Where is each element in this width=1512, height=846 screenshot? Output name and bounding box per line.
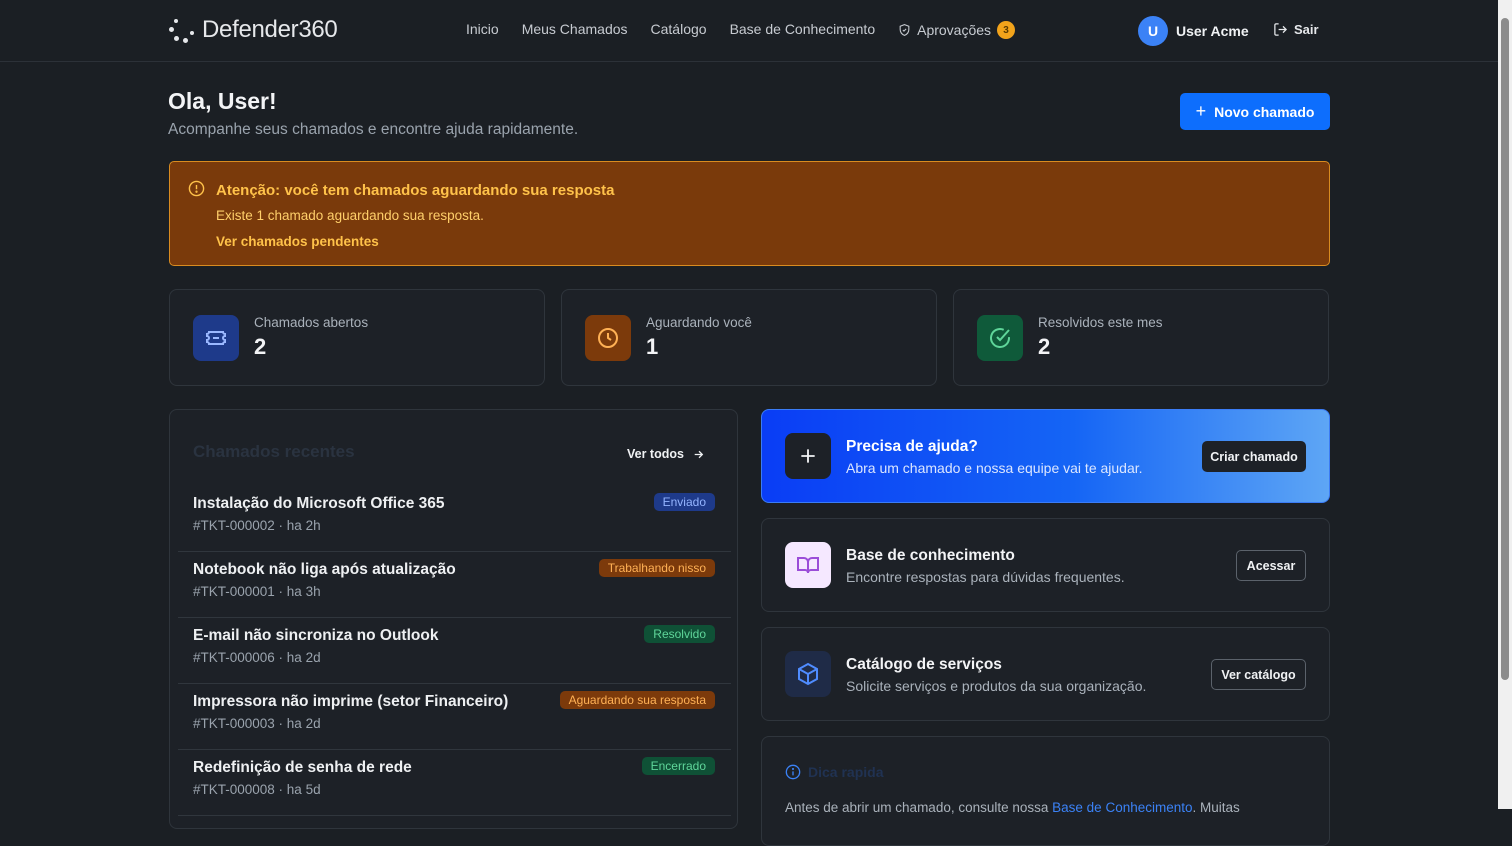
- tip-kb-link[interactable]: Base de Conhecimento: [1052, 800, 1192, 815]
- avatar: U: [1138, 16, 1168, 46]
- recent-tickets-title: Chamados recentes: [193, 442, 355, 461]
- logo-text: Defender360: [202, 16, 338, 43]
- user-menu[interactable]: U User Acme: [1138, 16, 1249, 46]
- plus-icon: [785, 433, 831, 479]
- tip-text-before: Antes de abrir um chamado, consulte noss…: [785, 800, 1053, 815]
- kb-access-button[interactable]: Acessar: [1236, 550, 1306, 581]
- ticket-meta: #TKT-000002 · ha 2h: [193, 518, 321, 533]
- ticket-title: E-mail não sincroniza no Outlook: [193, 627, 439, 644]
- ticket-meta: #TKT-000006 · ha 2d: [193, 650, 321, 665]
- stat-label: Aguardando você: [646, 315, 752, 330]
- status-badge: Enviado: [653, 493, 715, 511]
- nav-aprovacoes-label: Aprovações: [917, 22, 992, 38]
- table-row[interactable]: E-mail não sincroniza no Outlook #TKT-000…: [178, 618, 731, 684]
- nav-aprovacoes[interactable]: Aprovações 3: [898, 21, 1016, 39]
- pending-alert: Atenção: você tem chamados aguardando su…: [169, 161, 1330, 266]
- arrow-right-icon: [694, 450, 704, 458]
- nav-base-conhecimento[interactable]: Base de Conhecimento: [730, 21, 876, 39]
- see-all-link[interactable]: Ver todos: [627, 447, 705, 461]
- ticket-title: Redefinição de senha de rede: [193, 759, 412, 776]
- tip-text-after: . Muitas: [1192, 800, 1240, 815]
- top-bar: Defender360 Inicio Meus Chamados Catálog…: [0, 0, 1512, 62]
- pending-tickets-link[interactable]: Ver chamados pendentes: [216, 234, 379, 249]
- ticket-title: Instalação do Microsoft Office 365: [193, 495, 445, 512]
- knowledge-base-card: Base de conhecimento Encontre respostas …: [761, 518, 1330, 612]
- plus-icon: +: [1195, 101, 1207, 121]
- stat-value: 2: [1038, 334, 1051, 359]
- stat-open-tickets: Chamados abertos 2: [169, 289, 545, 386]
- kb-title: Base de conhecimento: [846, 547, 1015, 564]
- greeting: Ola, User! Acompanhe seus chamados e enc…: [168, 88, 578, 139]
- table-row[interactable]: Notebook não liga após atualização #TKT-0…: [178, 552, 731, 618]
- see-all-label: Ver todos: [627, 447, 684, 461]
- book-icon: [785, 542, 831, 588]
- stat-label: Chamados abertos: [254, 315, 369, 330]
- stat-label: Resolvidos este mes: [1038, 315, 1163, 330]
- nav-inicio[interactable]: Inicio: [466, 21, 499, 39]
- approvals-count-badge: 3: [997, 21, 1016, 39]
- tip-text: Antes de abrir um chamado, consulte noss…: [785, 800, 1240, 815]
- table-row[interactable]: Redefinição de senha de rede #TKT-000008 …: [178, 750, 731, 816]
- page-subtitle: Acompanhe seus chamados e encontre ajuda…: [168, 121, 579, 138]
- status-badge: Resolvido: [644, 625, 715, 643]
- view-catalog-button[interactable]: Ver catálogo: [1211, 659, 1306, 690]
- ticket-title: Impressora não imprime (setor Financeiro…: [193, 693, 509, 710]
- kb-description: Encontre respostas para dúvidas frequent…: [846, 569, 1125, 585]
- package-icon: [785, 651, 831, 697]
- help-card: Precisa de ajuda? Abra um chamado e noss…: [761, 409, 1330, 503]
- catalog-title: Catálogo de serviços: [846, 656, 1002, 673]
- stat-value: 2: [254, 334, 267, 359]
- new-ticket-label: Novo chamado: [1214, 103, 1315, 120]
- tip-title: Dica rapida: [808, 764, 884, 780]
- new-ticket-button[interactable]: + Novo chamado: [1180, 93, 1330, 130]
- status-badge: Trabalhando nisso: [598, 559, 715, 577]
- shield-icon: [899, 24, 910, 37]
- ticket-meta: #TKT-000001 · ha 3h: [193, 584, 321, 599]
- quick-tip-card: Dica rapida Antes de abrir um chamado, c…: [761, 736, 1330, 846]
- nav-meus-chamados[interactable]: Meus Chamados: [522, 21, 628, 39]
- user-name: User Acme: [1176, 23, 1249, 39]
- alert-title: Atenção: você tem chamados aguardando su…: [216, 182, 615, 199]
- ticket-meta: #TKT-000003 · ha 2d: [193, 716, 321, 731]
- logo[interactable]: Defender360: [168, 16, 338, 44]
- create-ticket-button[interactable]: Criar chamado: [1202, 441, 1306, 472]
- ticket-meta: #TKT-000008 · ha 5d: [193, 782, 321, 797]
- recent-tickets-panel: Chamados recentes Ver todos Instalação d…: [169, 409, 738, 829]
- status-badge: Encerrado: [641, 757, 715, 775]
- clock-icon: [585, 315, 631, 361]
- nav-catalogo[interactable]: Catálogo: [651, 21, 707, 39]
- check-circle-icon: [977, 315, 1023, 361]
- page-scrollbar[interactable]: [1498, 0, 1512, 809]
- main-nav: Inicio Meus Chamados Catálogo Base de Co…: [466, 21, 1016, 39]
- status-badge: Aguardando sua resposta: [559, 691, 715, 709]
- table-row[interactable]: Instalação do Microsoft Office 365 #TKT-0…: [178, 486, 731, 552]
- stat-waiting-you: Aguardando você 1: [561, 289, 937, 386]
- logout-label: Sair: [1294, 22, 1319, 37]
- logo-icon: [168, 17, 194, 43]
- stat-value: 1: [646, 334, 659, 359]
- stat-resolved-month: Resolvidos este mes 2: [953, 289, 1329, 386]
- logout-icon: [1274, 23, 1288, 36]
- logout-button[interactable]: Sair: [1273, 22, 1319, 37]
- info-icon: [785, 764, 801, 780]
- help-description: Abra um chamado e nossa equipe vai te aj…: [846, 460, 1143, 476]
- help-title: Precisa de ajuda?: [846, 438, 978, 455]
- table-row[interactable]: Impressora não imprime (setor Financeiro…: [178, 684, 731, 750]
- catalog-description: Solicite serviços e produtos da sua orga…: [846, 678, 1147, 694]
- ticket-icon: [193, 315, 239, 361]
- alert-description: Existe 1 chamado aguardando sua resposta…: [216, 208, 484, 223]
- catalog-card: Catálogo de serviços Solicite serviços e…: [761, 627, 1330, 721]
- ticket-title: Notebook não liga após atualização: [193, 561, 456, 578]
- page-title: Ola, User!: [168, 88, 277, 114]
- alert-circle-icon: [188, 180, 205, 197]
- scrollbar-thumb[interactable]: [1501, 18, 1509, 680]
